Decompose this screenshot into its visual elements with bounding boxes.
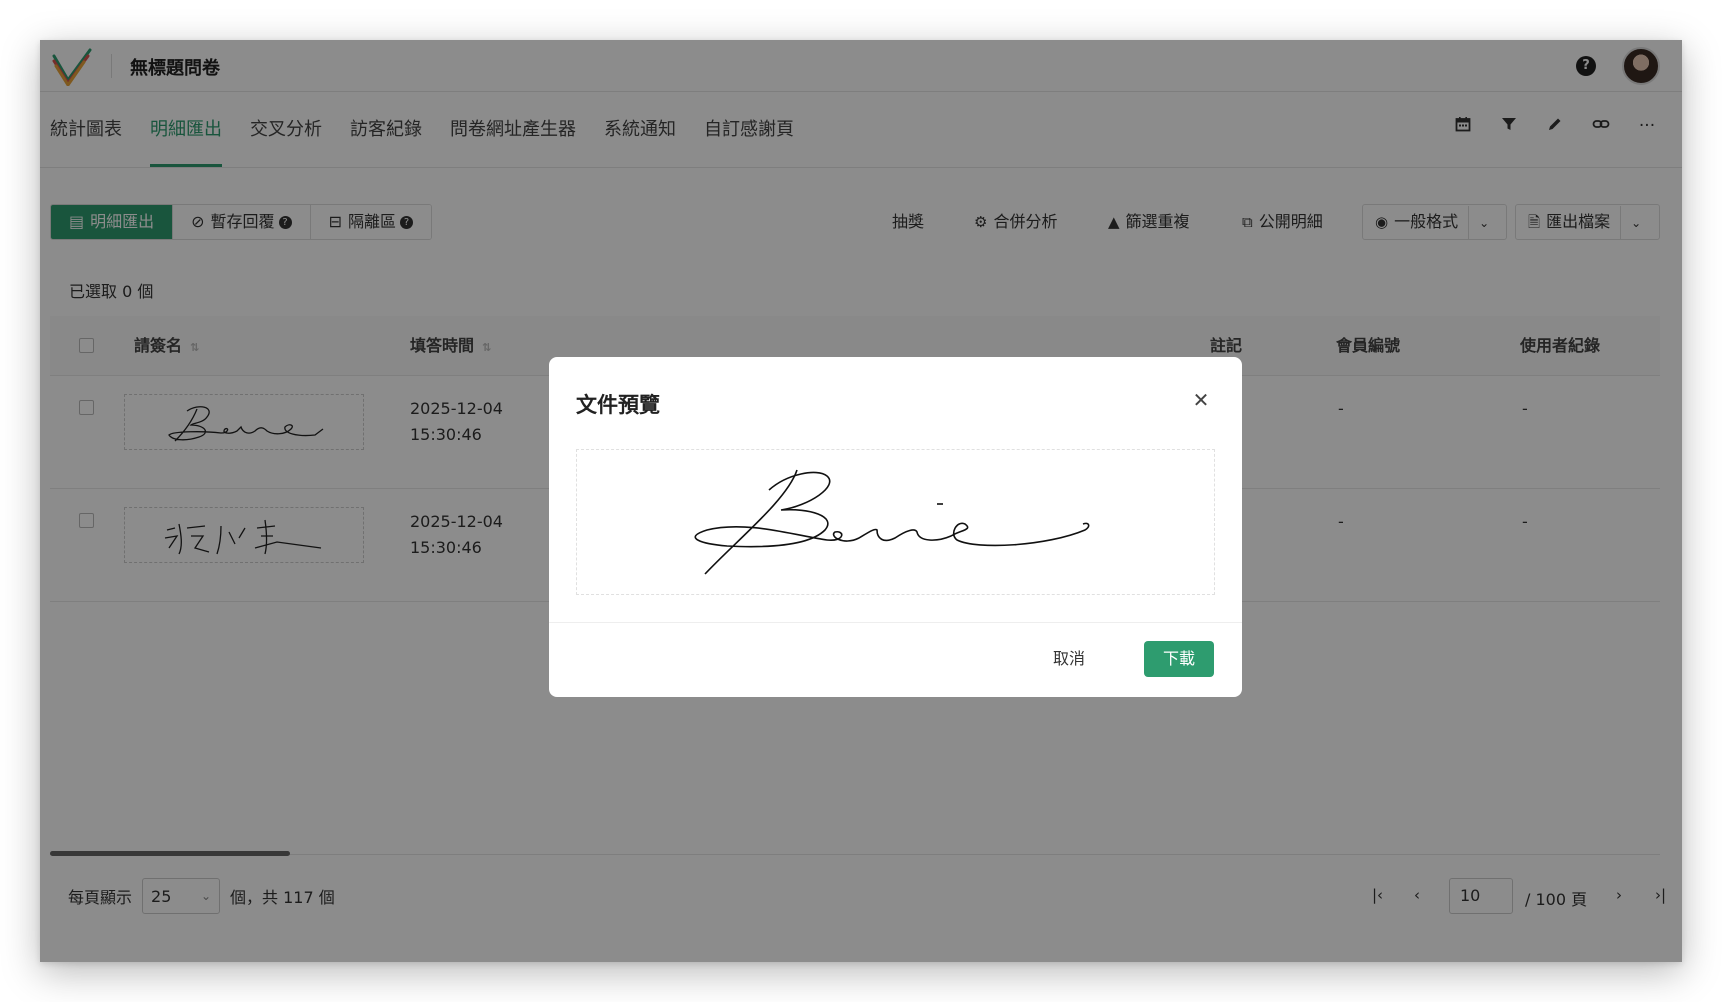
cancel-button[interactable]: 取消 (1053, 641, 1085, 677)
download-button[interactable]: 下載 (1144, 641, 1214, 677)
close-icon[interactable]: ✕ (1186, 385, 1216, 415)
signature-preview (576, 449, 1215, 595)
modal-title: 文件預覽 (576, 393, 660, 417)
app-window: 無標題問卷 ? 統計圖表 明細匯出 交叉分析 訪客紀錄 問卷網址產生器 系統通知… (40, 40, 1682, 962)
modal-footer-divider (549, 622, 1242, 623)
document-preview-modal: 文件預覽 ✕ 取消 下載 (549, 357, 1242, 697)
